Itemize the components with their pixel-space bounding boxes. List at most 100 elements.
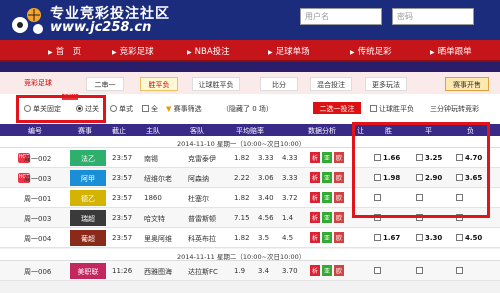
single-option[interactable]: 单式 <box>110 104 133 114</box>
bet-draw[interactable]: 3.30 <box>416 234 442 242</box>
home-team[interactable]: 里奥阿维 <box>144 234 172 244</box>
league-badge[interactable]: 德乙 <box>70 190 106 206</box>
bet-draw[interactable] <box>416 267 425 275</box>
bet-win[interactable]: 1.67 <box>374 234 400 242</box>
analysis-button[interactable]: 析 <box>310 172 320 183</box>
home-team[interactable]: 1860 <box>144 194 162 202</box>
filter-button[interactable]: ▼ 赛事筛选 <box>166 104 202 114</box>
euro-odds-button[interactable]: 欧 <box>334 172 344 183</box>
col-home: 主队 <box>146 127 160 135</box>
home-team[interactable]: 南锡 <box>144 154 158 164</box>
match-no: 周一001 <box>24 195 52 203</box>
let-spf-check[interactable]: 让球胜平负 <box>370 104 414 114</box>
away-team[interactable]: 杜塞尔 <box>188 194 209 204</box>
rules-button[interactable]: 赛事开售 <box>445 77 489 91</box>
analysis-button[interactable]: 析 <box>310 212 320 223</box>
nav-traditional[interactable]: ▶ 传统足彩 <box>350 45 392 57</box>
away-team[interactable]: 达拉斯FC <box>188 267 218 277</box>
asia-odds-button[interactable]: 亚 <box>322 172 332 183</box>
league-badge[interactable]: 阿甲 <box>70 170 106 186</box>
asia-odds-button[interactable]: 亚 <box>322 232 332 243</box>
tab-score[interactable]: 比分 <box>260 77 298 91</box>
avg-odds-lose: 3.72 <box>282 194 298 202</box>
tab-rqspf[interactable]: 让球胜平负 <box>192 77 240 91</box>
league-badge[interactable]: 法乙 <box>70 150 106 166</box>
date-label: 2014-11-10 星期一（10:00~次日10:00） <box>177 140 306 148</box>
away-team[interactable]: 阿森纳 <box>188 174 209 184</box>
checkbox-icon <box>416 234 423 241</box>
col-analysis: 数据分析 <box>308 127 336 135</box>
checkbox-icon <box>374 267 381 274</box>
asia-odds-button[interactable]: 亚 <box>322 192 332 203</box>
tab-more[interactable]: 更多玩法 <box>365 77 407 91</box>
avg-odds-win: 7.15 <box>234 214 250 222</box>
password-input[interactable]: 密码 <box>392 8 474 25</box>
table-row[interactable]: 周一004 葡超 23:57 里奥阿维 科英布拉 1.82 3.5 4.5 析亚欧 1.67 3.3… <box>0 228 500 248</box>
hidden-count: （隐藏了 0 场） <box>222 105 273 113</box>
nav-nba[interactable]: ▶ NBA投注 <box>187 45 230 57</box>
arrow-icon: ▶ <box>268 49 273 56</box>
league-badge[interactable]: 美职联 <box>70 263 106 279</box>
brand-label: 竞彩足球 <box>24 79 52 87</box>
avg-odds-win: 1.82 <box>234 194 250 202</box>
bet-lose[interactable]: 4.50 <box>456 234 482 242</box>
checkbox-icon <box>370 105 377 112</box>
analysis-button[interactable]: 析 <box>310 152 320 163</box>
tab-mixed[interactable]: 混合投注 <box>310 77 352 91</box>
home-team[interactable]: 西雅图海 <box>144 267 172 277</box>
match-no: 周一003 <box>24 175 52 183</box>
odds-value: 3.30 <box>425 234 443 242</box>
avg-odds-win: 1.82 <box>234 234 250 242</box>
analysis-button[interactable]: 析 <box>310 232 320 243</box>
two-choose-one-button[interactable]: 二选一投注 <box>313 102 361 114</box>
asia-odds-button[interactable]: 亚 <box>322 152 332 163</box>
euro-odds-button[interactable]: 欧 <box>334 192 344 203</box>
deadline: 23:57 <box>112 174 133 182</box>
home-team[interactable]: 哈文特 <box>144 214 165 224</box>
euro-odds-button[interactable]: 欧 <box>334 212 344 223</box>
checkbox-icon <box>416 267 423 274</box>
odds-value: 1.67 <box>383 234 401 242</box>
tutorial-link[interactable]: 三分钟玩转竞彩 <box>430 104 479 114</box>
nav-share[interactable]: ▶ 晒单跟单 <box>430 45 472 57</box>
col-away: 客队 <box>190 127 204 135</box>
euro-odds-button[interactable]: 欧 <box>334 152 344 163</box>
home-team[interactable]: 纽维尔老 <box>144 174 172 184</box>
bet-lose[interactable] <box>456 267 465 275</box>
username-input[interactable]: 用户名 <box>300 8 382 25</box>
arrow-icon: ▶ <box>430 49 435 56</box>
sub-bar <box>0 62 500 72</box>
nav-jczq[interactable]: ▶ 竞彩足球 <box>112 45 154 57</box>
bet-win[interactable] <box>374 267 383 275</box>
avg-odds-draw: 3.4 <box>258 267 270 275</box>
match-no: 周一003 <box>24 215 52 223</box>
deadline: 23:57 <box>112 154 133 162</box>
away-team[interactable]: 克雷泰伊 <box>188 154 216 164</box>
avg-odds-draw: 3.33 <box>258 154 274 162</box>
main-nav: ▶ 首 页 ▶ 竞彩足球 ▶ NBA投注 ▶ 足球单场 ▶ 传统足彩 ▶ 晒单跟单 <box>0 40 500 62</box>
league-badge[interactable]: 瑞超 <box>70 210 106 226</box>
away-team[interactable]: 科英布拉 <box>188 234 216 244</box>
analysis-button[interactable]: 析 <box>310 265 320 276</box>
date-group-row: 2014-11-11 星期二（10:00~次日10:00） <box>0 249 500 261</box>
highlight-box <box>16 95 106 123</box>
nav-single[interactable]: ▶ 足球单场 <box>268 45 310 57</box>
asia-odds-button[interactable]: 亚 <box>322 212 332 223</box>
nav-home[interactable]: ▶ 首 页 <box>48 45 81 57</box>
league-badge[interactable]: 葡超 <box>70 230 106 246</box>
tab-spf[interactable]: 胜平负 <box>140 77 178 91</box>
away-team[interactable]: 普雷斯顿 <box>188 214 216 224</box>
match-no: 周一004 <box>24 235 52 243</box>
checkbox-icon <box>456 267 463 274</box>
euro-odds-button[interactable]: 欧 <box>334 232 344 243</box>
tab-2x1[interactable]: 二串一 <box>86 77 124 91</box>
analysis-button[interactable]: 析 <box>310 192 320 203</box>
euro-odds-button[interactable]: 欧 <box>334 265 344 276</box>
asia-odds-button[interactable]: 亚 <box>322 265 332 276</box>
avg-odds-win: 1.82 <box>234 154 250 162</box>
avg-odds-lose: 1.4 <box>282 214 294 222</box>
table-row[interactable]: 周一006 美职联 11:26 西雅图海 达拉斯FC 1.9 3.4 3.70 析亚欧 <box>0 261 500 281</box>
odds-value: 4.50 <box>465 234 483 242</box>
select-all[interactable]: 全 <box>142 104 158 114</box>
deadline: 11:26 <box>112 267 133 275</box>
